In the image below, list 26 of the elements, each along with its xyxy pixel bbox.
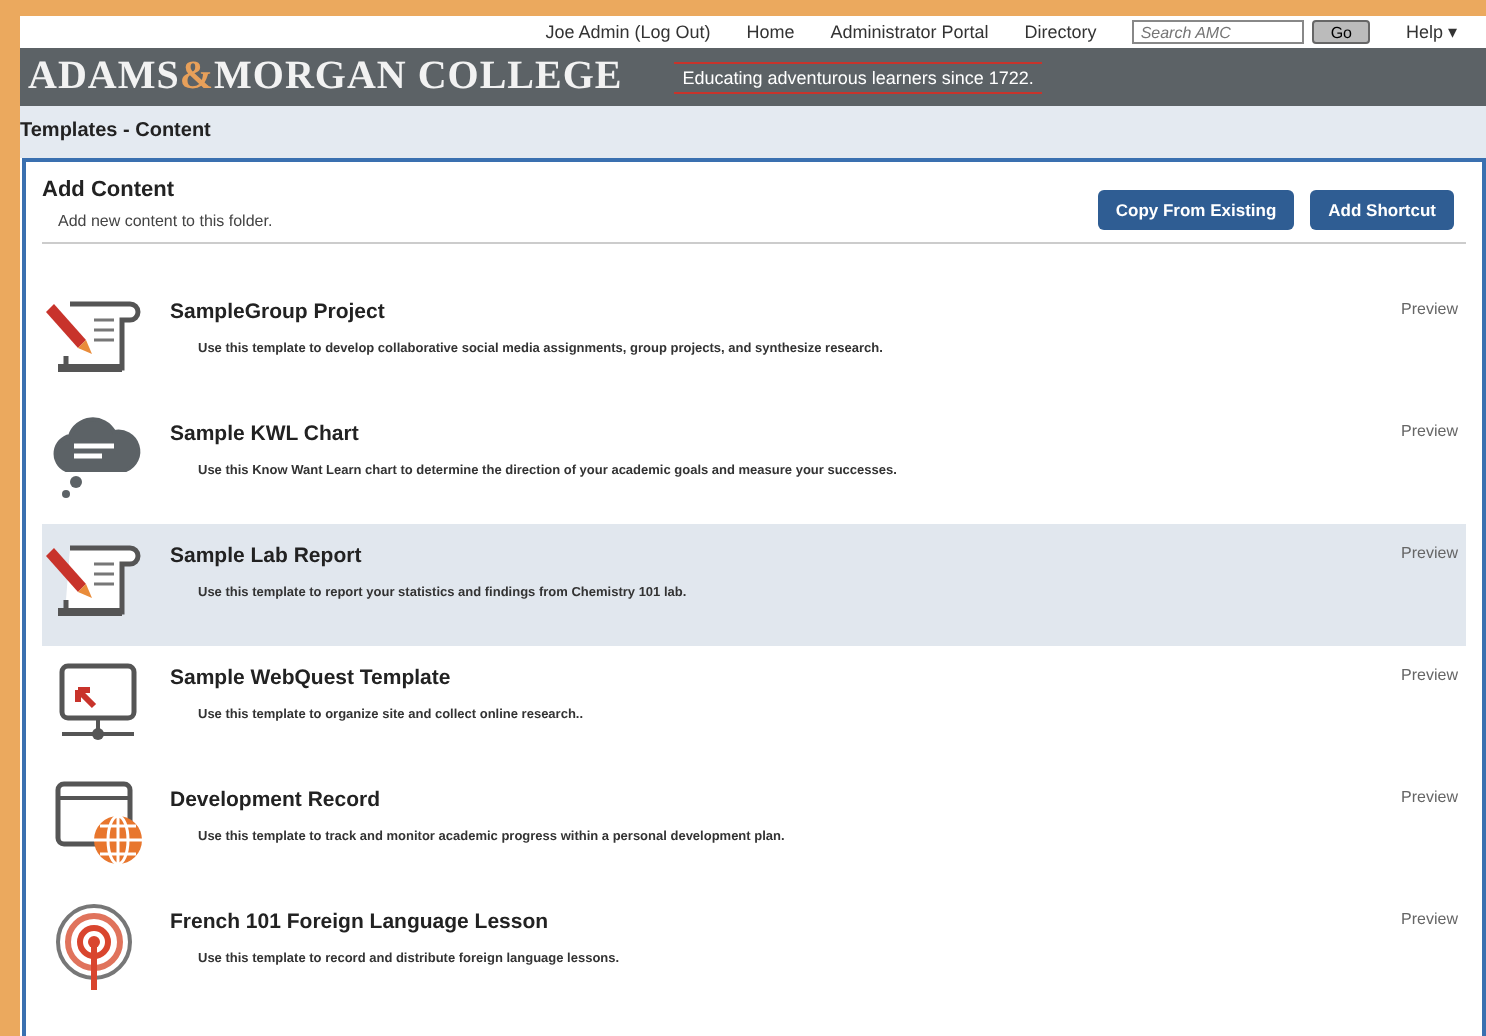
help-menu[interactable]: Help ▾ bbox=[1405, 22, 1458, 42]
template-title: SampleGroup Project bbox=[170, 300, 387, 324]
action-button[interactable]: Add Shortcut bbox=[1310, 190, 1454, 230]
template-title: Development Record bbox=[170, 788, 383, 812]
preview-link[interactable]: Preview bbox=[1401, 910, 1458, 928]
college-logo: ADAMS&MORGAN COLLEGE bbox=[28, 54, 623, 100]
template-title: French 101 Foreign Language Lesson bbox=[170, 910, 551, 934]
preview-link[interactable]: Preview bbox=[1401, 422, 1458, 440]
breadcrumb: Templates - Content bbox=[20, 120, 211, 142]
preview-link[interactable]: Preview bbox=[1401, 544, 1458, 562]
template-title: Sample WebQuest Template bbox=[170, 666, 453, 690]
search-field[interactable]: Search AMC bbox=[1132, 20, 1305, 44]
go-button[interactable]: Go bbox=[1312, 20, 1370, 44]
preview-link[interactable]: Preview bbox=[1401, 666, 1458, 684]
preview-link[interactable]: Preview bbox=[1401, 788, 1458, 806]
preview-link[interactable]: Preview bbox=[1401, 300, 1458, 318]
logout-link[interactable]: Joe Admin (Log Out) bbox=[545, 22, 711, 42]
template-title: Sample KWL Chart bbox=[170, 422, 361, 446]
panel-title: Add Content bbox=[42, 178, 176, 202]
tagline: Educating adventurous learners since 1722. bbox=[674, 61, 1042, 93]
action-button[interactable]: Copy From Existing bbox=[1097, 190, 1295, 230]
nav-link[interactable]: Administrator Portal bbox=[830, 22, 989, 42]
nav-link[interactable]: Directory bbox=[1024, 22, 1097, 42]
panel-subtitle: Add new content to this folder. bbox=[58, 212, 273, 230]
template-title: Sample Lab Report bbox=[170, 544, 364, 568]
nav-link[interactable]: Home bbox=[746, 22, 795, 42]
